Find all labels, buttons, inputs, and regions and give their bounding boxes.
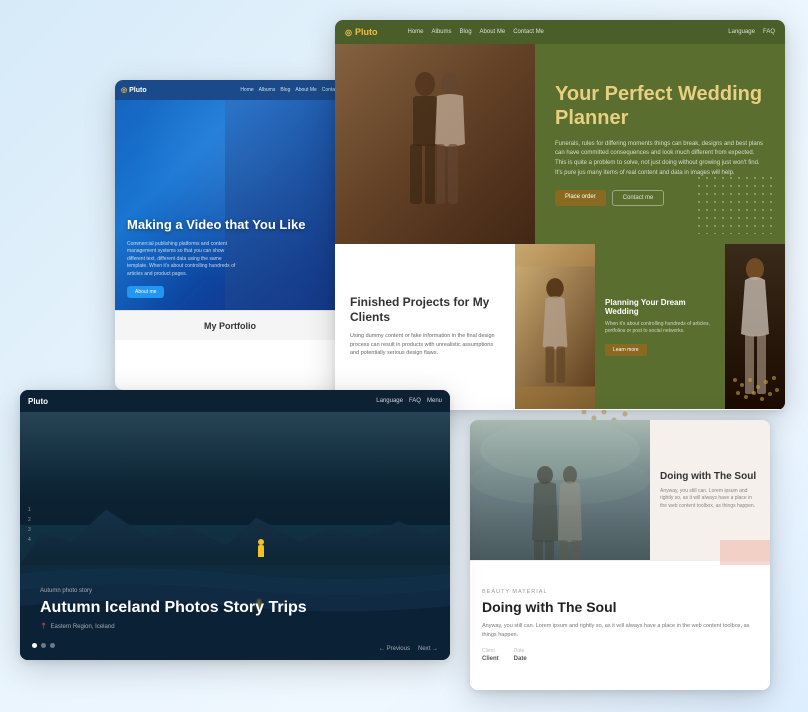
wedding-section-sub: Using dummy content or fake information …: [350, 332, 500, 358]
couple-silhouette: [375, 64, 495, 244]
slide-indicators: [32, 643, 55, 648]
slide-nav: ← Previous Next →: [379, 646, 438, 652]
soul-bottom-title: Doing with The Soul: [482, 599, 758, 616]
prev-btn[interactable]: ← Previous: [379, 646, 410, 652]
pink-accent-block: [720, 540, 770, 565]
wedding-card-title: Planning Your Dream Wedding: [605, 298, 715, 316]
portfolio-footer: My Portfolio: [115, 310, 345, 340]
bride-photo-svg: [725, 244, 785, 409]
portfolio-hero: Making a Video that You Like Commercial …: [115, 100, 345, 310]
iceland-logo: Pluto: [28, 397, 48, 406]
wedding-nav: Pluto Home Albums Blog About Me Contact …: [335, 20, 785, 44]
iceland-title: Autumn Iceland Photos Story Trips: [40, 598, 307, 617]
portfolio-hero-photo: [225, 100, 345, 310]
wedding-hero-btns: Place order Contact me: [555, 190, 765, 206]
iceland-hero: Pluto Language FAQ Menu 1 2 3 4 Autumn p…: [20, 390, 450, 660]
wedding-hero: Your Perfect Wedding Planner Funerals, r…: [335, 44, 785, 244]
wedding-nav-links: Home Albums Blog About Me Contact Me: [407, 29, 543, 35]
portfolio-hero-sub: Commercial publishing platforms and cont…: [127, 241, 237, 279]
iceland-location: Eastern Region, Iceland: [40, 623, 307, 630]
portfolio-logo: Pluto: [121, 86, 147, 94]
soul-client-meta: Client Client: [482, 648, 499, 662]
iceland-nav: Pluto Language FAQ Menu: [20, 390, 450, 412]
wedding-card-btn[interactable]: Learn more: [605, 344, 647, 356]
wedding-hero-sub: Funerals, rules for differing moments th…: [555, 140, 765, 178]
soul-meta: Client Client Date Date: [482, 648, 758, 662]
wedding-card-sub: When it's about controlling hundreds of …: [605, 321, 715, 336]
iceland-tag: Autumn photo story: [40, 588, 307, 594]
slide-dot-1[interactable]: [32, 643, 37, 648]
soul-top-right: Doing with The Soul Anyway, you still ca…: [650, 420, 770, 560]
wedding-body-left: Finished Projects for My Clients Using d…: [335, 244, 515, 409]
soul-client-label: Client: [482, 648, 499, 654]
soul-date-value: Date: [514, 656, 527, 662]
wedding-hero-content: Your Perfect Wedding Planner Funerals, r…: [535, 44, 785, 244]
soul-top: Doing with The Soul Anyway, you still ca…: [470, 420, 770, 560]
yellow-figure: [257, 539, 265, 557]
wedding-couple-photo: [515, 244, 595, 409]
wedding-body-right: Planning Your Dream Wedding When it's ab…: [515, 244, 785, 409]
wedding-plan-card: Planning Your Dream Wedding When it's ab…: [595, 244, 725, 409]
soul-client-value: Client: [482, 656, 499, 662]
wedding-body: Finished Projects for My Clients Using d…: [335, 244, 785, 409]
soul-bottom-sub: Anyway, you still can. Lorem ipsum and r…: [482, 622, 758, 640]
wedding-hero-title: Your Perfect Wedding Planner: [555, 82, 765, 130]
wedding-section-title: Finished Projects for My Clients: [350, 295, 500, 326]
couple-photo-svg: [515, 244, 595, 409]
wedding-place-order-btn[interactable]: Place order: [555, 190, 606, 206]
next-btn[interactable]: Next →: [418, 646, 438, 652]
portfolio-footer-text: My Portfolio: [204, 321, 256, 331]
soul-top-sub: Anyway, you still can. Lorem ipsum and r…: [660, 488, 760, 511]
soul-photo-svg: [470, 420, 650, 560]
soul-couple-photo: [470, 420, 650, 560]
soul-bottom-label: Beauty Material: [482, 589, 758, 595]
soul-date-label: Date: [514, 648, 527, 654]
portfolio-card: Pluto Home Albums Blog About Me Contact …: [115, 80, 345, 390]
slide-dot-2[interactable]: [41, 643, 46, 648]
wedding-bride-photo: [725, 244, 785, 409]
iceland-card: Pluto Language FAQ Menu 1 2 3 4 Autumn p…: [20, 390, 450, 660]
iceland-nav-right: Language FAQ Menu: [376, 398, 442, 404]
slide-dot-3[interactable]: [50, 643, 55, 648]
soul-card: Doing with The Soul Anyway, you still ca…: [470, 420, 770, 690]
portfolio-nav: Pluto Home Albums Blog About Me Contact: [115, 80, 345, 100]
side-numbers: 1 2 3 4: [28, 507, 31, 543]
wedding-nav-right: Language FAQ: [728, 29, 775, 35]
soul-bottom: Beauty Material Doing with The Soul Anyw…: [470, 560, 770, 690]
wedding-logo: Pluto: [345, 27, 377, 37]
soul-top-title: Doing with The Soul: [660, 470, 760, 483]
iceland-fog: [20, 412, 450, 492]
wedding-card: Pluto Home Albums Blog About Me Contact …: [335, 20, 785, 410]
portfolio-hero-btn[interactable]: About me: [127, 286, 164, 298]
wedding-hero-photo: [335, 44, 535, 244]
portfolio-hero-title: Making a Video that You Like: [127, 217, 333, 233]
soul-date-meta: Date Date: [514, 648, 527, 662]
iceland-text: Autumn photo story Autumn Iceland Photos…: [40, 588, 307, 630]
wedding-contact-btn[interactable]: Contact me: [612, 190, 665, 206]
portfolio-nav-links: Home Albums Blog About Me Contact: [240, 87, 339, 93]
